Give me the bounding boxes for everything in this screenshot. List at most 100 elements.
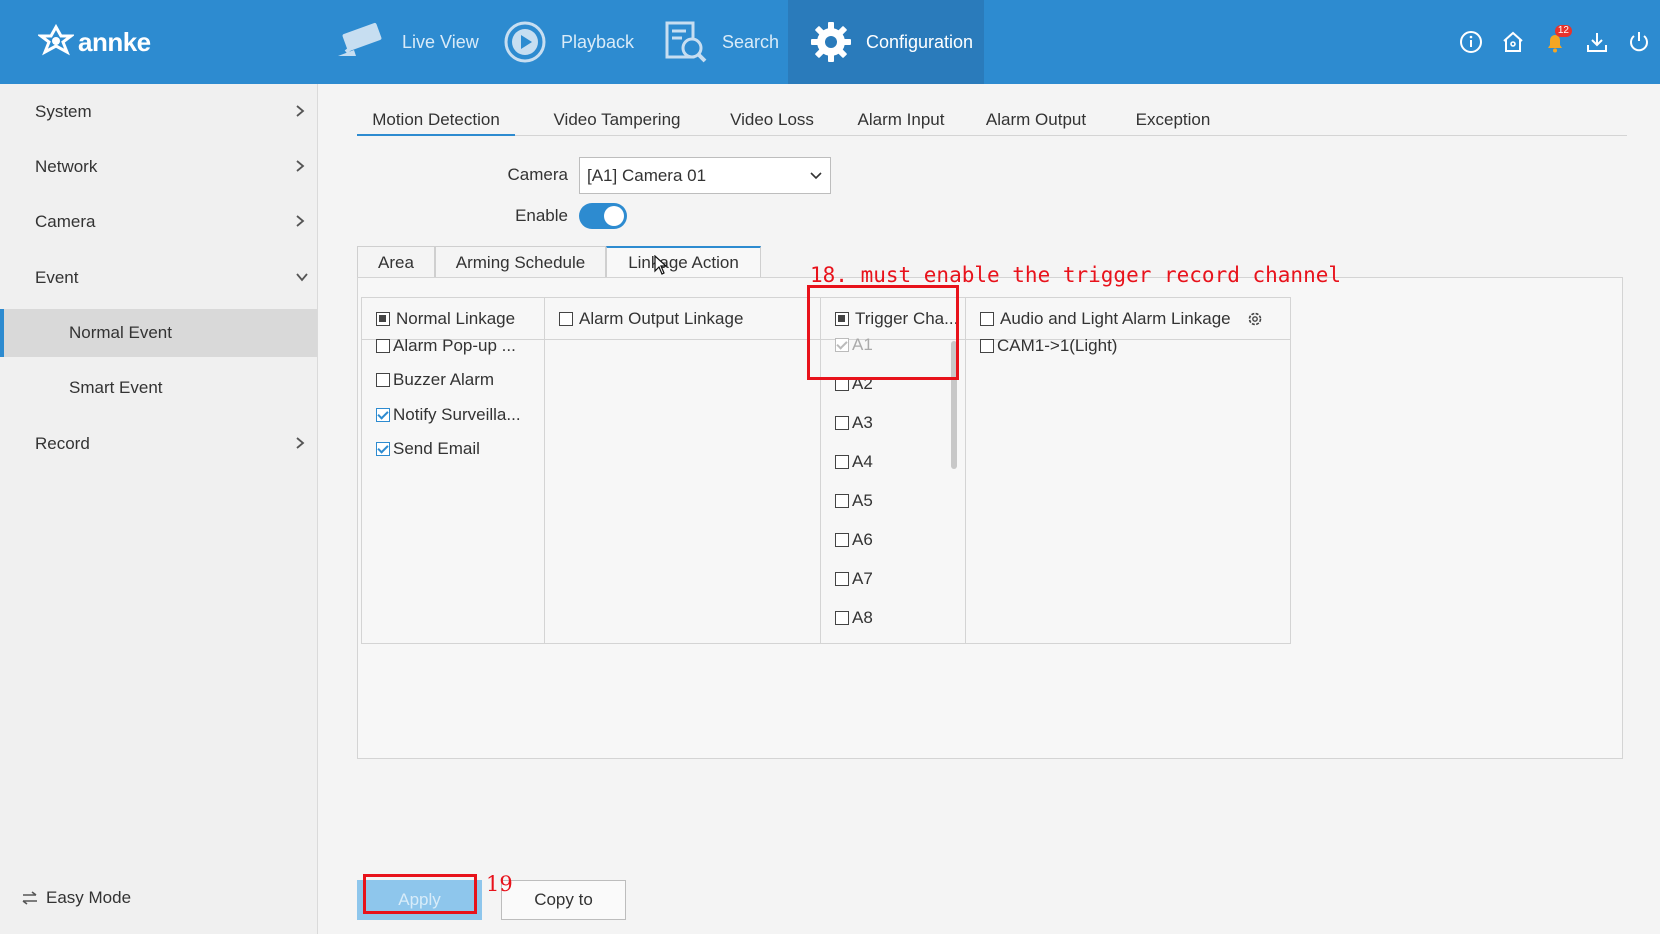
tab-label: Exception: [1135, 110, 1211, 129]
item-label: Alarm Pop-up ...: [393, 336, 516, 355]
subtab-label: Area: [378, 252, 414, 272]
list-item-channel-a4[interactable]: A4: [835, 452, 873, 472]
nav-configuration[interactable]: Configuration: [788, 0, 984, 84]
chevron-right-icon: [296, 215, 305, 227]
camera-select[interactable]: [A1] Camera 01: [579, 157, 831, 194]
logout-button[interactable]: [1618, 21, 1660, 63]
audio-light-column: Audio and Light Alarm Linkage CAM1->1(Li…: [966, 298, 1290, 643]
subtab-area[interactable]: Area: [357, 246, 435, 278]
select-all-checkbox[interactable]: [980, 311, 994, 326]
info-icon: [1460, 31, 1482, 53]
nav-label: Search: [722, 31, 780, 52]
tab-label: Alarm Output: [985, 110, 1087, 129]
sidebar-item-network[interactable]: Network: [0, 143, 317, 191]
audio-light-header[interactable]: Audio and Light Alarm Linkage: [966, 298, 1290, 340]
notification-button[interactable]: 12: [1534, 21, 1576, 63]
item-label: A4: [852, 452, 873, 471]
sidebar-item-label: Camera: [35, 212, 96, 231]
nav-live-view[interactable]: Live View: [334, 0, 484, 84]
list-item-channel-a3[interactable]: A3: [835, 413, 873, 433]
checkbox[interactable]: [980, 339, 994, 353]
checkbox[interactable]: [376, 442, 390, 456]
subtab-linkage-action[interactable]: Linkage Action: [606, 246, 761, 278]
mouse-cursor-icon: [654, 255, 668, 275]
checkbox[interactable]: [835, 416, 849, 430]
item-label: A5: [852, 491, 873, 510]
info-button[interactable]: [1450, 21, 1492, 63]
tab-alarm-output[interactable]: Alarm Output: [977, 110, 1095, 136]
checkbox[interactable]: [835, 533, 849, 547]
column-title: Normal Linkage: [396, 308, 516, 328]
power-icon: [1630, 32, 1648, 52]
gear-icon: [811, 22, 851, 62]
tab-alarm-input[interactable]: Alarm Input: [849, 110, 953, 136]
settings-gear-icon[interactable]: [1247, 311, 1263, 327]
item-label: Buzzer Alarm: [393, 370, 495, 389]
subtab-label: Arming Schedule: [455, 252, 586, 272]
event-tab-bar: Motion Detection Video Tampering Video L…: [357, 106, 1627, 136]
home-button[interactable]: [1492, 21, 1534, 63]
tab-video-tampering[interactable]: Video Tampering: [537, 110, 697, 136]
list-item-buzzer-alarm[interactable]: Buzzer Alarm: [376, 370, 494, 390]
item-label: Notify Surveilla...: [393, 405, 521, 424]
checkbox[interactable]: [835, 455, 849, 469]
column-title: Alarm Output Linkage: [579, 308, 744, 328]
list-item-channel-a7[interactable]: A7: [835, 569, 873, 589]
enable-toggle[interactable]: [579, 203, 627, 229]
list-item-channel-a6[interactable]: A6: [835, 530, 873, 550]
sidebar-item-label: System: [35, 102, 92, 121]
select-all-checkbox[interactable]: [376, 311, 390, 326]
sidebar-item-normal-event[interactable]: Normal Event: [0, 309, 317, 357]
checkbox[interactable]: [835, 572, 849, 586]
sidebar-item-label: Record: [35, 434, 90, 453]
sidebar-item-label: Network: [35, 157, 98, 176]
sidebar-item-smart-event[interactable]: Smart Event: [0, 364, 317, 412]
download-icon: [1587, 33, 1607, 52]
item-label: A8: [852, 608, 873, 627]
subtab-arming-schedule[interactable]: Arming Schedule: [435, 246, 606, 278]
nav-playback[interactable]: Playback: [503, 0, 653, 84]
easy-mode-label: Easy Mode: [46, 888, 132, 907]
sidebar-item-event[interactable]: Event: [0, 254, 317, 302]
sidebar-item-label: Event: [35, 268, 79, 287]
easy-mode-button[interactable]: Easy Mode: [22, 888, 131, 908]
list-item-channel-a8[interactable]: A8: [835, 608, 873, 628]
list-item-send-email[interactable]: Send Email: [376, 439, 480, 459]
list-item-channel-a5[interactable]: A5: [835, 491, 873, 511]
checkbox[interactable]: [376, 373, 390, 387]
switch-arrows-icon: [22, 891, 37, 905]
enable-label: Enable: [515, 206, 568, 225]
chevron-down-icon: [810, 172, 822, 180]
camera-select-value: [A1] Camera 01: [587, 165, 707, 185]
column-title: Audio and Light Alarm Linkage: [1000, 308, 1231, 328]
chevron-right-icon: [296, 437, 305, 449]
list-item-notify-surveillance[interactable]: Notify Surveilla...: [376, 405, 521, 425]
tab-video-loss[interactable]: Video Loss: [719, 110, 825, 136]
sidebar-item-record[interactable]: Record: [0, 420, 317, 468]
sidebar: System Network Camera Event Normal Event…: [0, 84, 318, 934]
tab-label: Video Tampering: [553, 110, 681, 129]
checkbox[interactable]: [376, 339, 390, 353]
checkbox[interactable]: [835, 494, 849, 508]
subtab-label: Linkage Action: [628, 253, 739, 272]
tab-exception[interactable]: Exception: [1119, 110, 1227, 136]
copy-to-button[interactable]: Copy to: [501, 880, 626, 920]
select-all-checkbox[interactable]: [559, 311, 573, 326]
checkbox[interactable]: [376, 408, 390, 422]
sidebar-item-camera[interactable]: Camera: [0, 198, 317, 246]
notification-badge: 12: [1554, 25, 1572, 37]
chevron-down-icon: [296, 273, 308, 282]
normal-linkage-header[interactable]: Normal Linkage: [362, 298, 544, 340]
alarm-output-header[interactable]: Alarm Output Linkage: [545, 298, 820, 340]
tab-motion-detection[interactable]: Motion Detection: [357, 110, 515, 136]
nav-label: Live View: [402, 31, 479, 52]
list-item-alarm-popup[interactable]: Alarm Pop-up ...: [376, 336, 516, 356]
annotation-box-apply: [363, 874, 477, 914]
download-button[interactable]: [1576, 21, 1618, 63]
sidebar-item-system[interactable]: System: [0, 88, 317, 136]
item-label: A7: [852, 569, 873, 588]
list-item-cam1-light[interactable]: CAM1->1(Light): [980, 336, 1117, 356]
checkbox[interactable]: [835, 611, 849, 625]
tab-label: Video Loss: [730, 110, 814, 129]
nav-search[interactable]: Search: [664, 0, 788, 84]
